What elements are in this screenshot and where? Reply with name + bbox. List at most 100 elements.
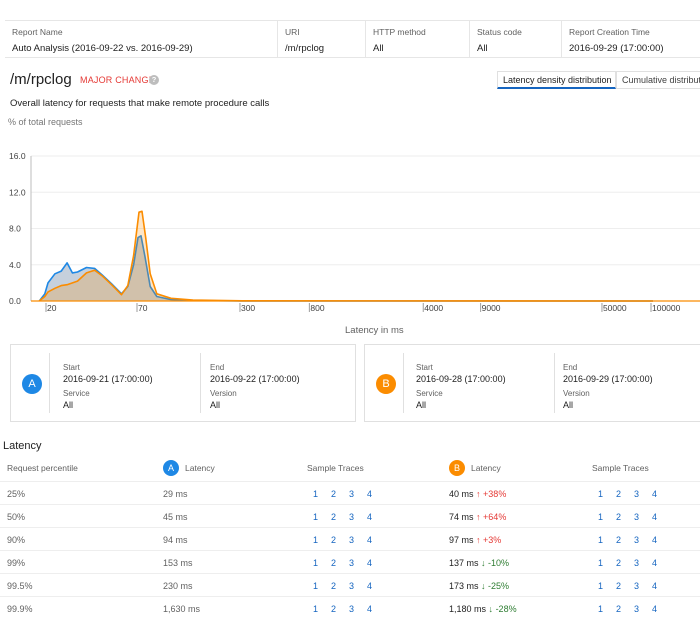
trace-link-b[interactable]: 2 xyxy=(616,512,621,522)
trace-link-b[interactable]: 1 xyxy=(598,604,603,614)
latency-b-cell: 137 ms ↓ -10% xyxy=(449,558,509,568)
x-tick-label: 800 xyxy=(310,303,324,313)
version-value: All xyxy=(210,400,221,410)
trace-link-b[interactable]: 4 xyxy=(652,604,657,614)
trace-link-a[interactable]: 3 xyxy=(349,535,354,545)
trace-link-b[interactable]: 1 xyxy=(598,581,603,591)
trace-link-a[interactable]: 2 xyxy=(331,604,336,614)
header-value: /m/rpclog xyxy=(285,43,325,54)
arrow-up-icon: ↑ xyxy=(476,535,481,545)
latency-a-cell: 230 ms xyxy=(163,581,193,591)
trace-link-b[interactable]: 4 xyxy=(652,558,657,568)
header-label: HTTP method xyxy=(373,27,426,37)
trace-link-a[interactable]: 3 xyxy=(349,558,354,568)
trace-link-a[interactable]: 4 xyxy=(367,558,372,568)
trace-link-a[interactable]: 3 xyxy=(349,581,354,591)
trace-link-a[interactable]: 2 xyxy=(331,489,336,499)
header-value: 2016-09-29 (17:00:00) xyxy=(569,43,664,54)
trace-link-b[interactable]: 2 xyxy=(616,604,621,614)
trace-link-a[interactable]: 4 xyxy=(367,581,372,591)
trace-link-a[interactable]: 1 xyxy=(313,558,318,568)
trace-link-a[interactable]: 1 xyxy=(313,581,318,591)
col-header-traces-b: Sample Traces xyxy=(592,463,649,473)
trace-link-b[interactable]: 3 xyxy=(634,512,639,522)
latency-b-value: 137 ms xyxy=(449,558,479,568)
change-percent: -28% xyxy=(495,604,517,614)
trace-link-b[interactable]: 3 xyxy=(634,558,639,568)
trace-link-a[interactable]: 3 xyxy=(349,512,354,522)
snapshot-b-badge: B xyxy=(376,374,396,394)
header-value: All xyxy=(477,43,488,54)
percentile-cell: 50% xyxy=(7,512,26,522)
trace-link-b[interactable]: 1 xyxy=(598,512,603,522)
latency-a-cell: 45 ms xyxy=(163,512,188,522)
trace-link-b[interactable]: 4 xyxy=(652,489,657,499)
latency-section-title: Latency xyxy=(3,440,42,452)
trace-link-a[interactable]: 4 xyxy=(367,604,372,614)
x-tick-label: 300 xyxy=(241,303,255,313)
start-label: Start xyxy=(416,363,433,372)
trace-link-a[interactable]: 1 xyxy=(313,604,318,614)
trace-link-a[interactable]: 2 xyxy=(331,558,336,568)
latency-a-cell: 94 ms xyxy=(163,535,188,545)
table-row: 25% 29 ms 1 2 3 4 40 ms ↑ +38% 1 2 3 4 xyxy=(0,481,700,504)
tab-cumulative-distribution[interactable]: Cumulative distributi xyxy=(616,71,700,89)
trace-link-b[interactable]: 3 xyxy=(634,581,639,591)
col-header-b-badge: B xyxy=(449,460,465,476)
trace-link-b[interactable]: 1 xyxy=(598,535,603,545)
help-icon[interactable]: ? xyxy=(149,75,159,85)
header-value: Auto Analysis (2016-09-22 vs. 2016-09-29… xyxy=(12,43,193,54)
latency-a-cell: 1,630 ms xyxy=(163,604,201,614)
start-value: 2016-09-21 (17:00:00) xyxy=(63,374,153,384)
trace-link-b[interactable]: 4 xyxy=(652,581,657,591)
end-value: 2016-09-29 (17:00:00) xyxy=(563,374,653,384)
trace-link-a[interactable]: 3 xyxy=(349,604,354,614)
service-label: Service xyxy=(63,389,90,398)
col-header-a-badge: A xyxy=(163,460,179,476)
y-tick-label: 12.0 xyxy=(9,187,26,197)
x-tick-label: 70 xyxy=(138,303,148,313)
col-header-percentile: Request percentile xyxy=(7,463,78,473)
trace-link-a[interactable]: 2 xyxy=(331,512,336,522)
trace-link-a[interactable]: 1 xyxy=(313,512,318,522)
trace-link-b[interactable]: 4 xyxy=(652,535,657,545)
latency-b-cell: 97 ms ↑ +3% xyxy=(449,535,501,545)
end-label: End xyxy=(210,363,225,372)
latency-density-chart: 16.0 12.0 8.0 4.0 0.0 20 70 300 800 4000 9000 50000… xyxy=(9,151,700,313)
trace-link-b[interactable]: 2 xyxy=(616,558,621,568)
snapshot-card-a: A Start 2016-09-21 (17:00:00) Service Al… xyxy=(10,344,356,422)
latency-b-value: 40 ms xyxy=(449,489,474,499)
trace-link-b[interactable]: 2 xyxy=(616,489,621,499)
trace-link-a[interactable]: 2 xyxy=(331,535,336,545)
chart-x-axis-label: Latency in ms xyxy=(345,325,404,336)
latency-b-value: 74 ms xyxy=(449,512,474,522)
arrow-up-icon: ↑ xyxy=(476,512,481,522)
service-value: All xyxy=(416,400,427,410)
trace-link-a[interactable]: 4 xyxy=(367,512,372,522)
table-row: 50% 45 ms 1 2 3 4 74 ms ↑ +64% 1 2 3 4 xyxy=(0,504,700,527)
trace-link-b[interactable]: 4 xyxy=(652,512,657,522)
trace-link-a[interactable]: 2 xyxy=(331,581,336,591)
latency-b-cell: 1,180 ms ↓ -28% xyxy=(449,604,517,614)
trace-link-b[interactable]: 2 xyxy=(616,535,621,545)
trace-link-b[interactable]: 1 xyxy=(598,489,603,499)
trace-link-a[interactable]: 1 xyxy=(313,489,318,499)
col-header-latency-b: Latency xyxy=(471,463,501,473)
header-label: Status code xyxy=(477,27,522,37)
trace-link-a[interactable]: 4 xyxy=(367,535,372,545)
tab-latency-density[interactable]: Latency density distribution xyxy=(497,71,616,89)
trace-link-b[interactable]: 3 xyxy=(634,489,639,499)
trace-link-a[interactable]: 3 xyxy=(349,489,354,499)
version-value: All xyxy=(563,400,574,410)
trace-link-b[interactable]: 3 xyxy=(634,535,639,545)
y-tick-label: 0.0 xyxy=(9,296,21,306)
trace-link-b[interactable]: 2 xyxy=(616,581,621,591)
x-tick-label: 20 xyxy=(47,303,57,313)
divider xyxy=(200,353,201,413)
trace-link-a[interactable]: 1 xyxy=(313,535,318,545)
trace-link-b[interactable]: 3 xyxy=(634,604,639,614)
x-tick-label: 4000 xyxy=(424,303,443,313)
trace-link-b[interactable]: 1 xyxy=(598,558,603,568)
trace-link-a[interactable]: 4 xyxy=(367,489,372,499)
table-row: 99.5% 230 ms 1 2 3 4 173 ms ↓ -25% 1 2 3 4 xyxy=(0,573,700,596)
